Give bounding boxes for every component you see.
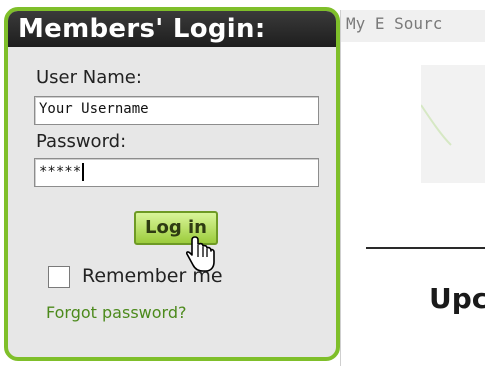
members-login-panel: Members' Login: User Name: Your Username… bbox=[4, 7, 340, 361]
thumbnail-image bbox=[420, 65, 485, 183]
thumbnail-graphic bbox=[420, 104, 452, 146]
tab-my-e-source[interactable]: My E Sourc bbox=[346, 14, 442, 33]
divider-line bbox=[366, 247, 485, 249]
username-label: User Name: bbox=[36, 67, 142, 88]
login-form: User Name: Your Username Password: *****… bbox=[8, 47, 336, 357]
tab-strip: My E Sourc bbox=[341, 10, 485, 42]
username-input[interactable]: Your Username bbox=[34, 96, 319, 125]
forgot-password-link[interactable]: Forgot password? bbox=[46, 303, 186, 322]
section-heading: Upc bbox=[429, 282, 485, 315]
content-area: My E Sourc Upc bbox=[340, 10, 485, 366]
login-title: Members' Login: bbox=[8, 11, 336, 47]
text-caret bbox=[82, 163, 85, 181]
password-value: ***** bbox=[39, 164, 82, 180]
remember-me-label: Remember me bbox=[82, 265, 223, 287]
remember-me-checkbox[interactable] bbox=[48, 266, 70, 288]
username-value: Your Username bbox=[39, 101, 149, 117]
password-input[interactable]: ***** bbox=[34, 158, 319, 187]
password-label: Password: bbox=[36, 131, 127, 152]
